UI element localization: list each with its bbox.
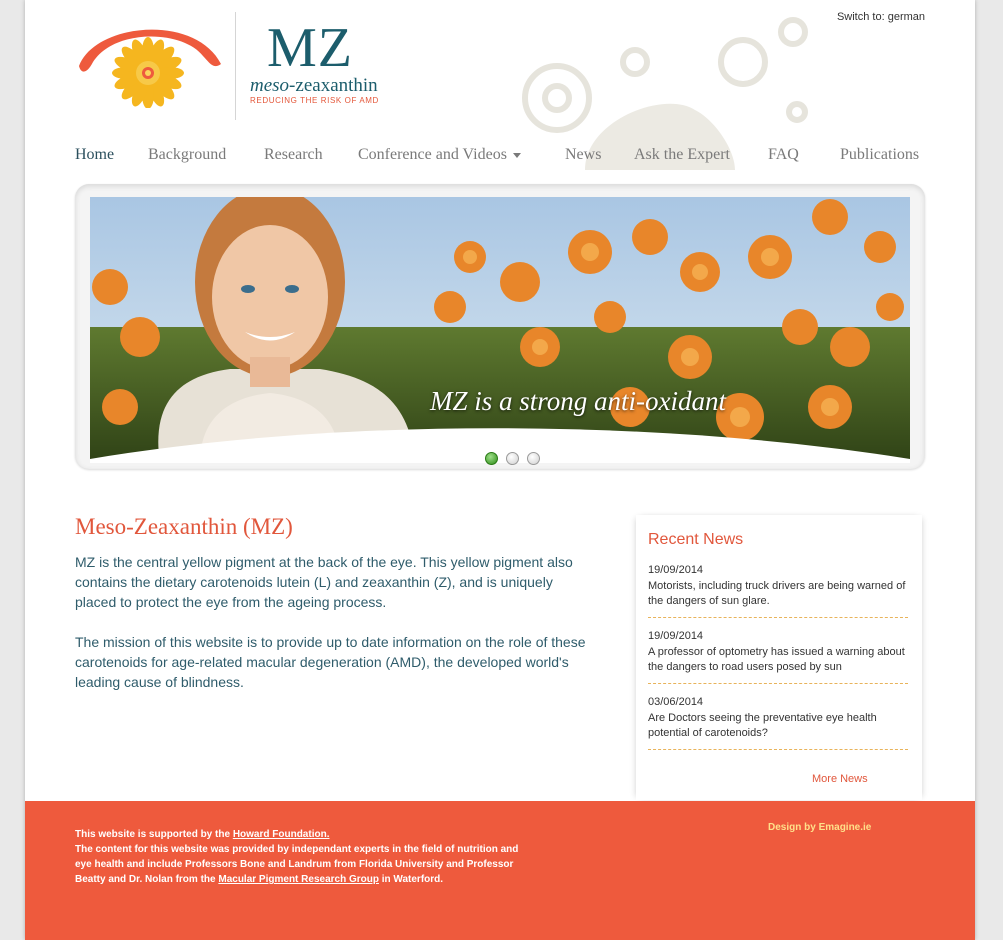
- page: MZ meso-zeaxanthin REDUCING THE RISK OF …: [25, 0, 975, 940]
- nav-item-ask-the-expert[interactable]: Ask the Expert: [634, 146, 730, 164]
- logo-name-prefix: meso-: [250, 75, 296, 96]
- slider-dot-1[interactable]: [485, 452, 498, 465]
- slider-image[interactable]: MZ is a strong anti-oxidant: [90, 197, 910, 463]
- slider-dot-3[interactable]: [527, 452, 540, 465]
- eye-sunflower-logo-icon[interactable]: [75, 18, 225, 108]
- logo-name: meso-zeaxanthin: [250, 76, 378, 96]
- howard-foundation-link[interactable]: Howard Foundation.: [233, 829, 330, 840]
- nav-item-faq[interactable]: FAQ: [768, 146, 799, 164]
- caret-down-icon: [512, 152, 521, 158]
- logo-divider: [235, 12, 236, 120]
- news-link[interactable]: Are Doctors seeing the preventative eye …: [648, 711, 910, 741]
- news-divider: [648, 749, 908, 750]
- news-link[interactable]: A professor of optometry has issued a wa…: [648, 645, 910, 675]
- nav-item-home[interactable]: Home: [75, 146, 114, 164]
- footer-supported-text: This website is supported by the: [75, 829, 231, 840]
- language-switch: Switch to: german: [837, 11, 925, 23]
- news-date: 19/09/2014: [648, 630, 704, 642]
- recent-news-panel: Recent News 19/09/2014 Motorists, includ…: [636, 515, 922, 800]
- news-divider: [648, 683, 908, 684]
- more-news-link[interactable]: More News: [812, 773, 868, 785]
- nav-item-background[interactable]: Background: [148, 146, 226, 164]
- nav-item-news[interactable]: News: [565, 146, 601, 164]
- news-date: 19/09/2014: [648, 564, 704, 576]
- news-date: 03/06/2014: [648, 696, 704, 708]
- news-item: 19/09/2014 Motorists, including truck dr…: [648, 563, 910, 609]
- intro-paragraph: MZ is the central yellow pigment at the …: [75, 554, 573, 610]
- news-item: 19/09/2014 A professor of optometry has …: [648, 629, 910, 675]
- nav-item-conference-and-videos[interactable]: Conference and Videos: [358, 146, 521, 164]
- nav-item-publications[interactable]: Publications: [840, 146, 919, 164]
- mission-paragraph: The mission of this website is to provid…: [75, 634, 586, 690]
- slider-caption: MZ is a strong anti-oxidant: [430, 386, 727, 416]
- main-nav: Home Background Research Conference and …: [75, 146, 945, 168]
- slider-dot-2[interactable]: [506, 452, 519, 465]
- footer-content-suffix: in Waterford.: [381, 874, 444, 885]
- language-link-german[interactable]: german: [888, 11, 925, 23]
- recent-news-title: Recent News: [648, 531, 744, 548]
- macular-pigment-research-group-link[interactable]: Macular Pigment Research Group: [218, 874, 379, 885]
- nav-item-research[interactable]: Research: [264, 146, 323, 164]
- footer: This website is supported by the Howard …: [25, 801, 975, 940]
- nav-item-conference-label: Conference and Videos: [358, 146, 507, 163]
- page-title: Meso-Zeaxanthin (MZ): [75, 514, 293, 539]
- logo-name-suffix: zeaxanthin: [295, 75, 378, 96]
- news-link[interactable]: Motorists, including truck drivers are b…: [648, 579, 910, 609]
- language-switch-label: Switch to:: [836, 11, 885, 23]
- logo-mark[interactable]: MZ: [267, 20, 353, 76]
- hero-photo: [90, 197, 910, 463]
- design-credit-link[interactable]: Design by Emagine.ie: [768, 822, 871, 833]
- news-divider: [648, 617, 908, 618]
- news-item: 03/06/2014 Are Doctors seeing the preven…: [648, 695, 910, 741]
- footer-credits: This website is supported by the Howard …: [75, 827, 525, 887]
- logo-tagline: REDUCING THE RISK OF AMD: [250, 96, 379, 105]
